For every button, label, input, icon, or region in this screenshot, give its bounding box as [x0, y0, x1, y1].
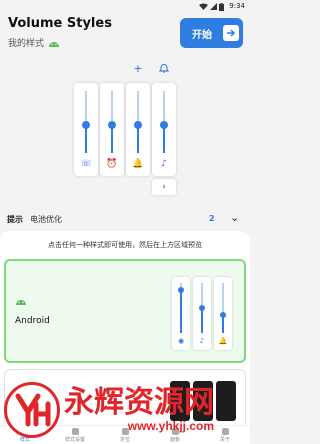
bell-icon: 🔔 — [218, 337, 228, 345]
phone-icon[interactable]: ☏ — [80, 158, 92, 170]
slider-thumb — [199, 305, 205, 311]
volume-slider[interactable]: ☏ — [74, 83, 98, 176]
arrow-right-icon — [223, 25, 239, 41]
more-button[interactable]: › — [152, 179, 176, 195]
android-icon — [16, 300, 26, 305]
slider-fill — [180, 290, 182, 333]
status-time: 9:34 — [229, 2, 245, 10]
alarm-icon[interactable]: ⏰ — [106, 158, 118, 170]
slider-thumb[interactable] — [108, 121, 116, 129]
hint-text: 电池优化 — [30, 215, 62, 224]
slider-fill — [111, 125, 113, 153]
dark-slider — [216, 381, 236, 421]
slider-thumb — [220, 312, 226, 318]
slider-thumb[interactable] — [160, 121, 168, 129]
subtitle-label: 我的样式 — [8, 39, 45, 49]
hint-label: 提示 — [7, 215, 23, 224]
watermark-logo — [4, 382, 60, 438]
battery-icon — [219, 3, 224, 11]
start-button-label: 开始 — [192, 29, 212, 41]
target-icon: ◉ — [177, 337, 185, 345]
wifi-icon — [199, 3, 208, 10]
style-preview-slider: ♪ — [193, 277, 211, 350]
nav-label: 关于 — [219, 437, 230, 443]
slider-fill — [201, 308, 203, 333]
nav-icon — [221, 428, 229, 435]
add-icon[interactable]: + — [132, 62, 144, 75]
slider-thumb[interactable] — [134, 121, 142, 129]
slider-thumb — [178, 287, 184, 293]
style-name: Android — [15, 316, 50, 326]
style-preview-slider: ◉ — [172, 277, 190, 350]
watermark-text-block: 永辉资源网 www.yhkjj.com — [64, 385, 214, 434]
music-note-icon[interactable]: ♪ — [158, 158, 170, 170]
styles-instruction: 点击任何一种样式即可使用，然后在上方区域预览 — [48, 241, 202, 249]
signal-icon — [210, 3, 217, 10]
status-bar: 9:34 — [0, 0, 250, 13]
volume-slider[interactable]: ⏰ — [100, 83, 124, 176]
watermark-text: 永辉资源网 — [64, 385, 214, 420]
music-note-icon: ♪ — [199, 337, 205, 345]
watermark-url: www.yhkjj.com — [127, 419, 214, 433]
start-button[interactable]: 开始 — [180, 18, 243, 48]
status-icons — [199, 3, 224, 11]
bell-icon[interactable]: 🔔 — [132, 158, 144, 170]
hint-count: 2 — [209, 214, 215, 223]
volume-slider[interactable]: 🔔 — [126, 83, 150, 176]
app-title: Volume Styles — [8, 16, 112, 31]
watermark: 永辉资源网 www.yhkjj.com — [4, 382, 214, 438]
volume-slider[interactable]: ♪ — [152, 83, 176, 176]
slider-fill — [163, 125, 165, 153]
slider-fill — [137, 125, 139, 153]
slider-fill — [85, 125, 87, 153]
slider-thumb[interactable] — [82, 121, 90, 129]
chevron-down-icon[interactable]: ⌄ — [230, 211, 239, 224]
bell-icon[interactable] — [158, 62, 170, 74]
hint-row[interactable]: 提示 电池优化 2 ⌄ — [0, 210, 250, 228]
style-preview-slider: 🔔 — [214, 277, 232, 350]
android-icon — [49, 41, 60, 47]
subtitle: 我的样式 — [8, 36, 60, 49]
